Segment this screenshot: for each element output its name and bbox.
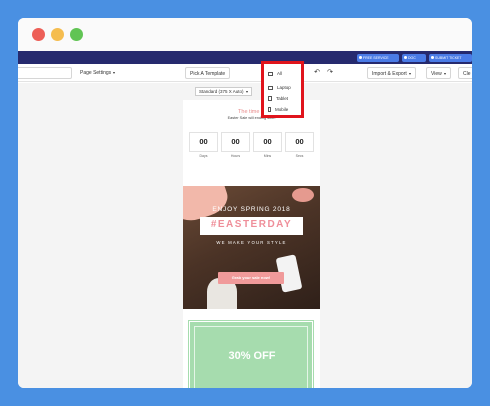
chevron-down-icon bbox=[408, 72, 411, 75]
countdown-days: 00 bbox=[189, 132, 218, 152]
title-bar bbox=[18, 18, 472, 51]
hero-subheadline: WE MAKE YOUR STYLE bbox=[216, 240, 287, 245]
hero-image: ENJOY SPRING 2018 #EASTERDAY WE MAKE YOU… bbox=[183, 186, 320, 309]
countdown-secs: 00 bbox=[285, 132, 314, 152]
offer-banner: 30% OFF bbox=[188, 320, 314, 388]
offer-text: 30% OFF bbox=[228, 350, 276, 362]
device-view-dropdown: All Laptop Tablet Mobile bbox=[261, 61, 304, 118]
countdown-label: Secs bbox=[295, 154, 304, 158]
clear-button[interactable]: Cle bbox=[458, 67, 472, 79]
mobile-icon bbox=[268, 107, 271, 113]
hero-headline: ENJOY SPRING 2018 bbox=[212, 206, 291, 213]
countdown-label: Days bbox=[199, 154, 208, 158]
template-name-input[interactable] bbox=[18, 67, 72, 79]
top-navbar: FREE SERVICE DOC SUBMIT TICKET bbox=[18, 51, 472, 64]
grab-sale-button[interactable]: Grab your sale now! bbox=[218, 272, 284, 284]
hero-hashtag: #EASTERDAY bbox=[210, 219, 293, 230]
countdown-label: Hours bbox=[230, 154, 241, 158]
device-option-laptop[interactable]: Laptop bbox=[268, 84, 291, 92]
submit-ticket-button[interactable]: SUBMIT TICKET bbox=[429, 54, 472, 62]
chevron-down-icon bbox=[443, 72, 446, 75]
hero-decoration bbox=[292, 188, 314, 202]
service-icon bbox=[359, 56, 362, 59]
maximize-window-button[interactable] bbox=[70, 28, 83, 41]
doc-icon bbox=[404, 56, 407, 59]
app-window: FREE SERVICE DOC SUBMIT TICKET Page Sett… bbox=[18, 18, 472, 388]
view-menu[interactable]: View bbox=[426, 67, 451, 79]
chevron-down-icon bbox=[113, 71, 116, 74]
redo-icon[interactable]: ↷ bbox=[325, 68, 335, 78]
device-option-tablet[interactable]: Tablet bbox=[268, 95, 288, 103]
pick-template-button[interactable]: Pick A Template bbox=[185, 67, 231, 79]
monitor-icon bbox=[268, 71, 273, 76]
countdown-mins: 00 bbox=[253, 132, 282, 152]
close-window-button[interactable] bbox=[32, 28, 45, 41]
canvas-size-select[interactable]: Standard (375 X Auto) bbox=[195, 87, 252, 96]
device-option-all[interactable]: All bbox=[268, 70, 282, 78]
ticket-icon bbox=[431, 56, 434, 59]
import-export-menu[interactable]: Import & Export bbox=[367, 67, 416, 79]
countdown-label: Mins bbox=[263, 154, 272, 158]
minimize-window-button[interactable] bbox=[51, 28, 64, 41]
doc-button[interactable]: DOC bbox=[402, 54, 426, 62]
chevron-down-icon bbox=[245, 90, 248, 93]
free-service-button[interactable]: FREE SERVICE bbox=[357, 54, 399, 62]
tablet-icon bbox=[268, 96, 272, 102]
editor-toolbar: Page Settings Pick A Template ↶ ↷ Import… bbox=[18, 64, 472, 82]
device-option-mobile[interactable]: Mobile bbox=[268, 106, 288, 114]
page-settings-menu[interactable]: Page Settings bbox=[80, 67, 116, 79]
email-preview: The time is Easter Sale will ending soon… bbox=[183, 100, 320, 388]
undo-icon[interactable]: ↶ bbox=[312, 68, 322, 78]
laptop-icon bbox=[268, 85, 273, 90]
countdown-hours: 00 bbox=[221, 132, 250, 152]
